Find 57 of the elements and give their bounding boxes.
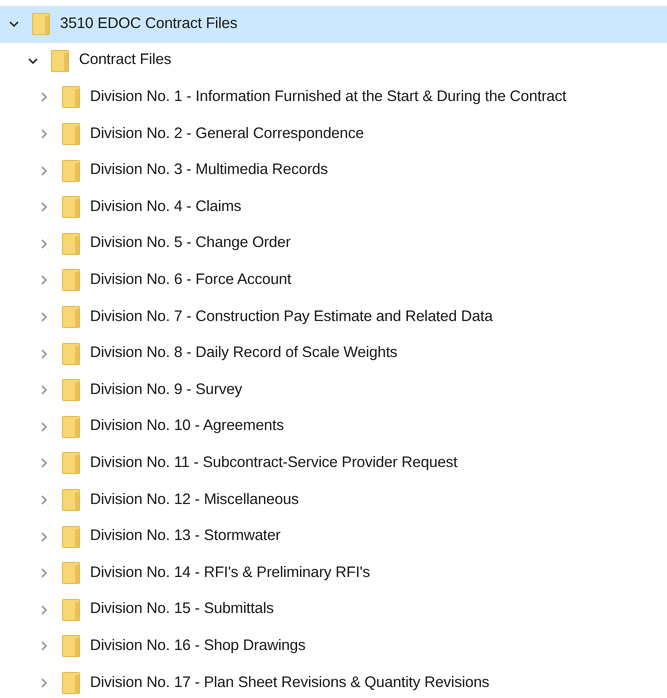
tree-item[interactable]: Division No. 7 - Construction Pay Estimate and Related Data	[0, 298, 667, 336]
folder-icon	[62, 160, 80, 182]
folder-icon	[62, 562, 80, 584]
folder-icon	[32, 13, 50, 36]
tree-item[interactable]: Division No. 4 - Claims	[0, 188, 667, 226]
tree-item[interactable]: Division No. 2 - General Correspondence	[0, 116, 667, 152]
folder-icon	[62, 269, 80, 292]
tree-item[interactable]: Division No. 17 - Plan Sheet Revisions & Quantity Revisions	[0, 664, 667, 698]
folder-icon	[51, 50, 69, 72]
tree-item[interactable]: Division No. 12 - Miscellaneous	[0, 482, 667, 518]
folder-icon	[62, 86, 80, 108]
folder-name: Division No. 2 - General Correspondence	[90, 124, 364, 144]
folder-icon	[62, 489, 80, 512]
folder-icon	[62, 416, 80, 438]
folder-name: Division No. 14 - RFI's & Preliminary RFI's	[90, 562, 370, 583]
folder-icon	[62, 635, 80, 658]
folder-name: Contract Files	[79, 50, 172, 70]
tree-item[interactable]: Division No. 15 - Submittals	[0, 592, 667, 628]
folder-name: Division No. 15 - Submittals	[90, 599, 274, 620]
tree-item[interactable]: Division No. 11 - Subcontract-Service Provider Request	[0, 445, 667, 482]
tree-item[interactable]: Division No. 10 - Agreements	[0, 408, 667, 446]
folder-icon	[62, 526, 80, 548]
folder-icon	[62, 306, 80, 328]
tree-item[interactable]: Division No. 14 - RFI's & Preliminary RFI's	[0, 554, 667, 592]
folder-name: Division No. 6 - Force Account	[90, 270, 292, 290]
tree-item[interactable]: Division No. 6 - Force Account	[0, 262, 667, 299]
tree-item[interactable]: Division No. 9 - Survey	[0, 372, 667, 409]
folder-icon	[62, 598, 80, 621]
folder-name: Division No. 3 - Multimedia Records	[90, 160, 328, 180]
folder-name: Division No. 11 - Subcontract-Service Provider Request	[90, 453, 458, 474]
folder-name: Division No. 17 - Plan Sheet Revisions & Quantity Revisions	[90, 672, 490, 693]
folder-icon	[62, 672, 80, 694]
folder-icon	[62, 379, 80, 402]
folder-name: Division No. 1 - Information Furnished at the Start & During the Contract	[90, 87, 566, 108]
tree-item[interactable]: Division No. 3 - Multimedia Records	[0, 152, 667, 189]
folder-name: Division No. 4 - Claims	[90, 196, 242, 217]
tree-item[interactable]: Division No. 5 - Change Order	[0, 226, 667, 262]
folder-icon	[62, 123, 80, 146]
tree-item[interactable]: Division No. 16 - Shop Drawings	[0, 628, 667, 665]
folder-name: Division No. 13 - Stormwater	[90, 526, 280, 546]
tree-item[interactable]: 3510 EDOC Contract Files	[0, 6, 667, 43]
folder-icon	[62, 196, 80, 218]
folder-name: Division No. 5 - Change Order	[90, 233, 291, 254]
folder-icon	[62, 452, 80, 474]
folder-name: Division No. 9 - Survey	[90, 380, 242, 400]
tree-item[interactable]: Division No. 8 - Daily Record of Scale Weights	[0, 335, 667, 372]
folder-name: Division No. 16 - Shop Drawings	[90, 636, 306, 656]
folder-name: Division No. 8 - Daily Record of Scale Weights	[90, 343, 398, 364]
folder-name: Division No. 12 - Miscellaneous	[90, 490, 299, 510]
folder-name: Division No. 10 - Agreements	[90, 416, 284, 436]
tree-item[interactable]: Contract Files	[0, 42, 667, 80]
folder-icon	[62, 232, 80, 255]
folder-icon	[62, 342, 80, 365]
tree-item[interactable]: Division No. 13 - Stormwater	[0, 518, 667, 555]
folder-name: 3510 EDOC Contract Files	[60, 14, 238, 34]
folder-name: Division No. 7 - Construction Pay Estimate and Related Data	[90, 306, 493, 327]
tree-item[interactable]: Division No. 1 - Information Furnished at the Start & During the Contract	[0, 79, 667, 116]
